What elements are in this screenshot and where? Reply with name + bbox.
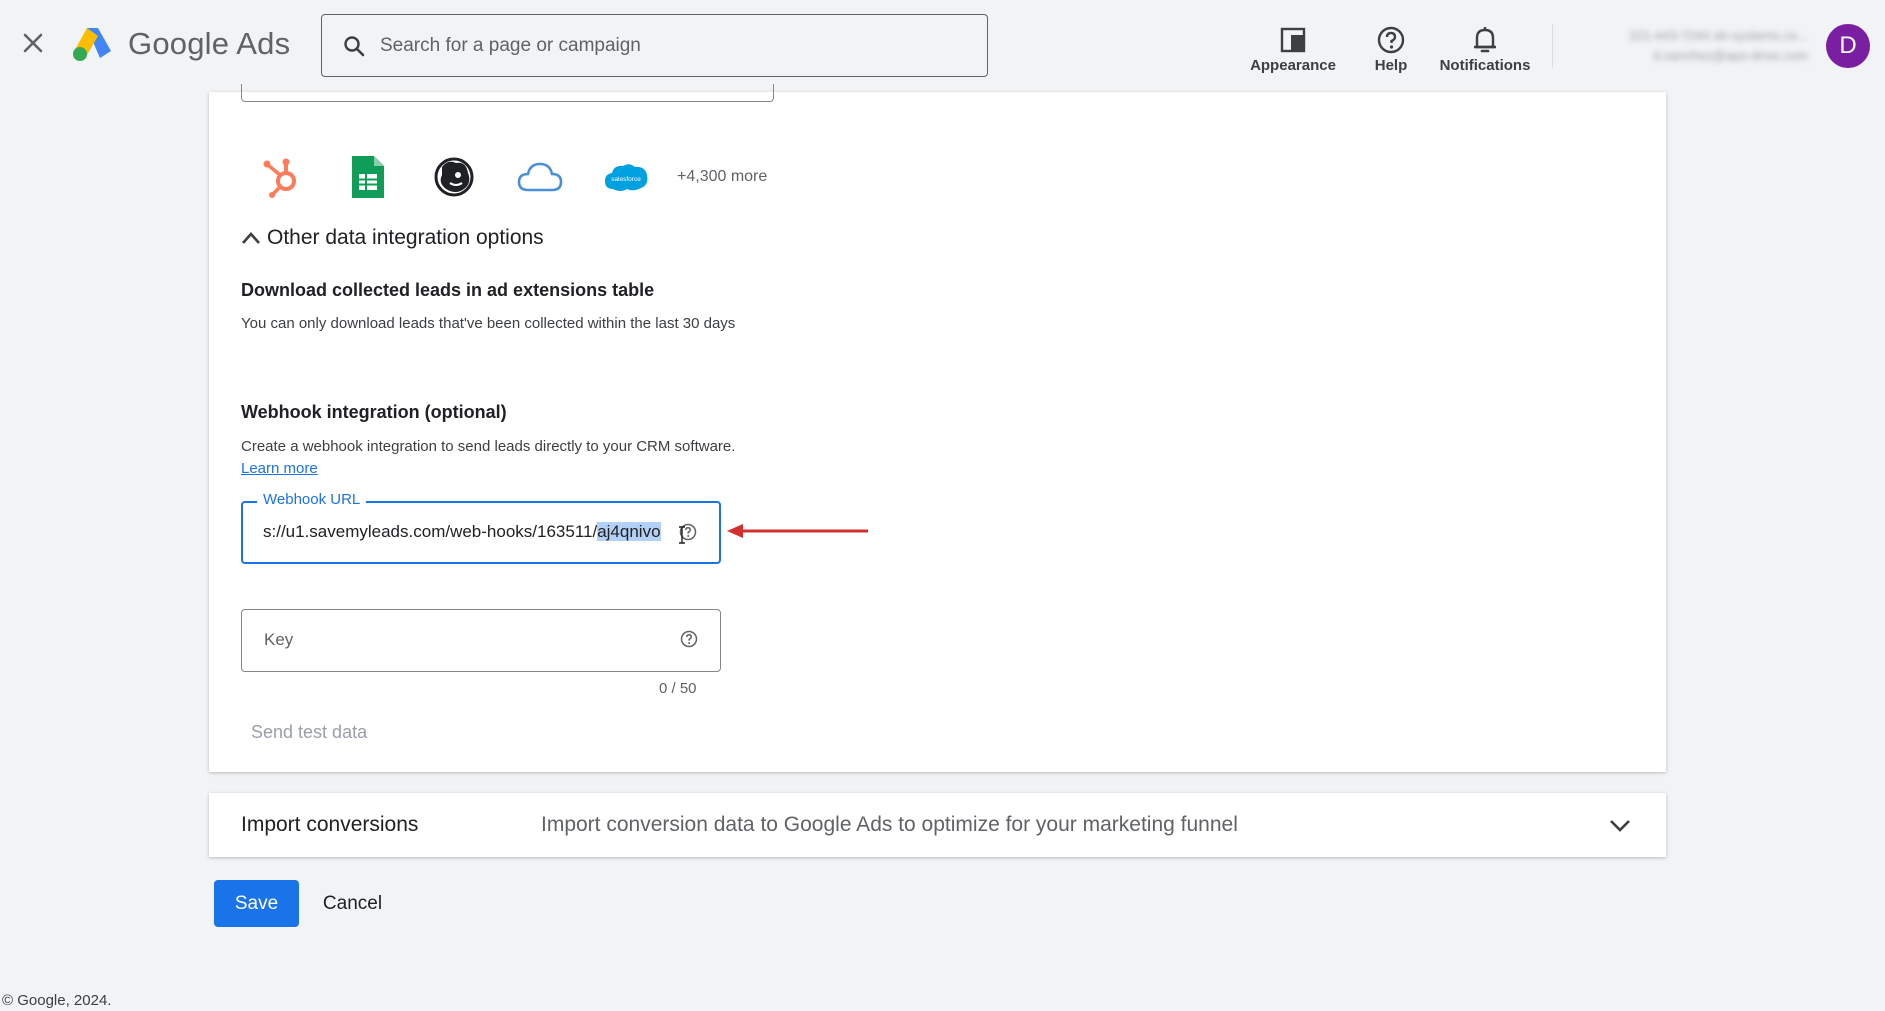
avatar[interactable]: D [1826, 24, 1870, 68]
cancel-button[interactable]: Cancel [310, 880, 395, 927]
bell-icon [1472, 23, 1498, 57]
learn-more-link[interactable]: Learn more [241, 460, 318, 477]
webhook-desc: Create a webhook integration to send lea… [241, 436, 741, 480]
close-icon[interactable] [18, 28, 48, 58]
notifications-button[interactable]: Notifications [1435, 10, 1535, 74]
key-field[interactable]: Key [241, 609, 721, 672]
key-label: Key [264, 630, 294, 649]
help-label: Help [1374, 57, 1408, 74]
help-icon [1376, 23, 1406, 57]
account-info[interactable]: 221-443-7244 ah-systems.co... d.sanchez@… [1568, 26, 1808, 66]
chevron-down-icon[interactable] [1608, 813, 1632, 837]
divider [1552, 24, 1553, 68]
import-conversions-subtitle: Import conversion data to Google Ads to … [541, 813, 1238, 836]
salesforce-icon[interactable]: salesforce [601, 152, 651, 202]
appearance-icon [1279, 23, 1307, 57]
google-sheets-icon[interactable] [343, 152, 393, 202]
text-cursor-icon [677, 526, 687, 549]
hubspot-icon[interactable] [257, 152, 307, 202]
chevron-up-icon [242, 232, 260, 244]
annotation-arrow-icon [727, 524, 868, 538]
help-circle-icon[interactable] [680, 630, 698, 653]
brand-name: Google Ads [128, 26, 291, 61]
webhook-url-input[interactable]: s://u1.savemyleads.com/web-hooks/163511/… [263, 522, 683, 542]
download-leads-title: Download collected leads in ad extension… [241, 280, 655, 300]
send-test-data-button[interactable]: Send test data [251, 722, 367, 743]
more-integrations-link[interactable]: +4,300 more [677, 168, 767, 186]
other-options-toggle[interactable]: Other data integration options [241, 226, 544, 250]
save-button[interactable]: Save [214, 880, 299, 927]
account-email: d.sanchez@apo-drive.com [1653, 48, 1808, 63]
other-options-label: Other data integration options [267, 226, 544, 249]
webhook-title: Webhook integration (optional) [241, 402, 507, 422]
appearance-button[interactable]: Appearance [1248, 10, 1338, 74]
import-conversions-title: Import conversions [241, 813, 419, 836]
google-ads-logo-icon[interactable] [70, 24, 114, 64]
cloud-icon[interactable] [515, 152, 565, 202]
integration-icons-row: salesforce +4,300 more [257, 152, 767, 202]
help-button[interactable]: Help [1370, 10, 1412, 74]
appearance-label: Appearance [1250, 57, 1336, 74]
top-bar: Google Ads Appearance Help [0, 0, 1885, 92]
download-leads-desc: You can only download leads that've been… [241, 315, 736, 332]
import-conversions-section[interactable]: Import conversions Import conversion dat… [209, 793, 1666, 857]
search-icon [344, 35, 365, 56]
previous-field[interactable] [241, 84, 774, 102]
search-box[interactable] [321, 14, 988, 77]
lead-form-settings-card: salesforce +4,300 more Other data integr… [209, 84, 1666, 772]
svg-text:salesforce: salesforce [611, 176, 641, 183]
account-id: 221-443-7244 ah-systems.co... [1628, 28, 1808, 43]
footer-copyright: © Google, 2024. [2, 992, 112, 1009]
webhook-desc-text: Create a webhook integration to send lea… [241, 438, 736, 455]
webhook-url-selected-text: aj4qnivo [597, 522, 661, 541]
notifications-label: Notifications [1439, 57, 1531, 74]
webhook-url-value: s://u1.savemyleads.com/web-hooks/163511/ [263, 522, 598, 541]
webhook-url-field[interactable]: Webhook URL s://u1.savemyleads.com/web-h… [241, 491, 721, 564]
webhook-url-label: Webhook URL [257, 491, 367, 508]
mailchimp-icon[interactable] [429, 152, 479, 202]
search-input[interactable] [380, 34, 940, 57]
key-char-counter: 0 / 50 [659, 680, 697, 697]
